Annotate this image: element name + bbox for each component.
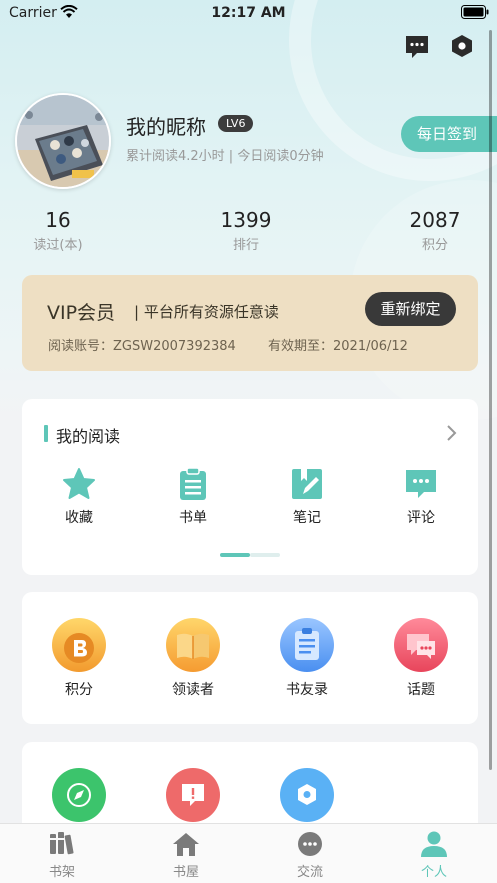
chevron-right-icon[interactable] xyxy=(445,424,459,442)
level-badge: LV6 xyxy=(218,115,254,132)
stat-label: 读过(本) xyxy=(33,238,83,253)
points-coin-icon xyxy=(52,618,106,672)
features-card: 积分 领读者 书友录 话题 xyxy=(22,592,478,724)
vip-title: VIP会员 xyxy=(47,302,116,324)
feature-label: 话题 xyxy=(407,682,435,698)
tab-bookshelf[interactable]: 书架 xyxy=(22,830,102,880)
avatar[interactable] xyxy=(15,93,111,189)
clipboard-list-icon xyxy=(180,467,206,500)
comment-bubble-icon xyxy=(406,470,436,498)
chat-dots-icon xyxy=(298,832,322,856)
stat-value: 1399 xyxy=(220,208,272,232)
stat-label: 排行 xyxy=(232,238,259,253)
status-bar: Carrier 12:17 AM xyxy=(0,0,497,26)
message-icon xyxy=(406,36,428,58)
avatar-photo xyxy=(17,95,109,187)
feature-lead-readers[interactable]: 领读者 xyxy=(153,617,233,699)
scroll-indicator xyxy=(489,30,492,770)
reading-item-label: 笔记 xyxy=(293,510,321,526)
vip-card: VIP会员 | 平台所有资源任意读 重新绑定 阅读账号：ZGSW20073923… xyxy=(22,275,478,371)
hexagon-settings-icon xyxy=(452,35,472,57)
reading-time-summary: 累计阅读4.2小时 | 今日阅读0分钟 xyxy=(126,149,324,164)
stat-value: 2087 xyxy=(409,208,461,232)
my-reading-card: 我的阅读 收藏 书单 笔记 评论 xyxy=(22,399,478,575)
document-list-icon xyxy=(280,618,334,672)
tab-bookhouse[interactable]: 书屋 xyxy=(146,830,226,880)
battery-icon xyxy=(461,5,489,19)
person-icon xyxy=(421,831,447,857)
stat-label: 积分 xyxy=(421,238,448,253)
tab-label: 交流 xyxy=(296,865,323,880)
tool-discover[interactable] xyxy=(39,767,119,823)
nickname: 我的昵称 xyxy=(126,115,206,139)
reading-item-favorites[interactable]: 收藏 xyxy=(39,467,119,527)
feature-book-friends[interactable]: 书友录 xyxy=(267,617,347,699)
vip-account: 阅读账号：ZGSW2007392384 xyxy=(48,339,236,354)
tab-label: 书屋 xyxy=(172,865,199,880)
pager-dot-active xyxy=(220,553,250,557)
vip-description: | 平台所有资源任意读 xyxy=(134,303,279,321)
tab-bar: 书架 书屋 交流 个人 xyxy=(0,823,497,883)
tool-feedback[interactable] xyxy=(153,767,233,823)
reading-item-comments[interactable]: 评论 xyxy=(381,467,461,527)
reading-item-booklist[interactable]: 书单 xyxy=(153,467,233,527)
bookshelf-icon xyxy=(50,832,74,855)
open-book-icon xyxy=(166,618,220,672)
chat-topic-icon xyxy=(394,618,448,672)
feature-label: 书友录 xyxy=(286,682,328,698)
stat-value: 16 xyxy=(45,208,71,232)
reading-item-notes[interactable]: 笔记 xyxy=(267,467,347,527)
stat-books-read[interactable]: 16 读过(本) xyxy=(18,208,98,253)
star-icon xyxy=(63,468,95,499)
tab-label: 个人 xyxy=(420,865,447,880)
section-accent-bar xyxy=(44,425,48,442)
feature-label: 积分 xyxy=(65,682,93,698)
messages-button[interactable] xyxy=(403,32,431,60)
reading-item-label: 收藏 xyxy=(65,510,93,526)
vip-expiry: 有效期至：2021/06/12 xyxy=(268,339,408,354)
settings-button[interactable] xyxy=(448,32,476,60)
house-icon xyxy=(173,833,199,856)
stat-ranking[interactable]: 1399 排行 xyxy=(206,208,286,253)
feature-topics[interactable]: 话题 xyxy=(381,617,461,699)
stat-points[interactable]: 2087 积分 xyxy=(395,208,475,253)
alert-message-icon xyxy=(166,768,220,822)
rebind-button[interactable]: 重新绑定 xyxy=(365,292,456,326)
daily-checkin-button[interactable]: 每日签到 xyxy=(401,116,497,152)
feature-label: 领读者 xyxy=(172,682,214,698)
tab-label: 书架 xyxy=(48,865,75,880)
tab-personal[interactable]: 个人 xyxy=(394,830,474,880)
tool-settings[interactable] xyxy=(267,767,347,823)
reading-item-label: 书单 xyxy=(179,510,207,526)
section-title: 我的阅读 xyxy=(56,427,121,446)
feature-points[interactable]: 积分 xyxy=(39,617,119,699)
reading-item-label: 评论 xyxy=(407,510,435,526)
hexagon-settings-icon xyxy=(280,768,334,822)
note-pen-icon xyxy=(292,469,322,499)
pager-dot xyxy=(250,553,280,557)
tab-community[interactable]: 交流 xyxy=(270,830,350,880)
compass-icon xyxy=(52,768,106,822)
status-time: 12:17 AM xyxy=(211,5,286,21)
